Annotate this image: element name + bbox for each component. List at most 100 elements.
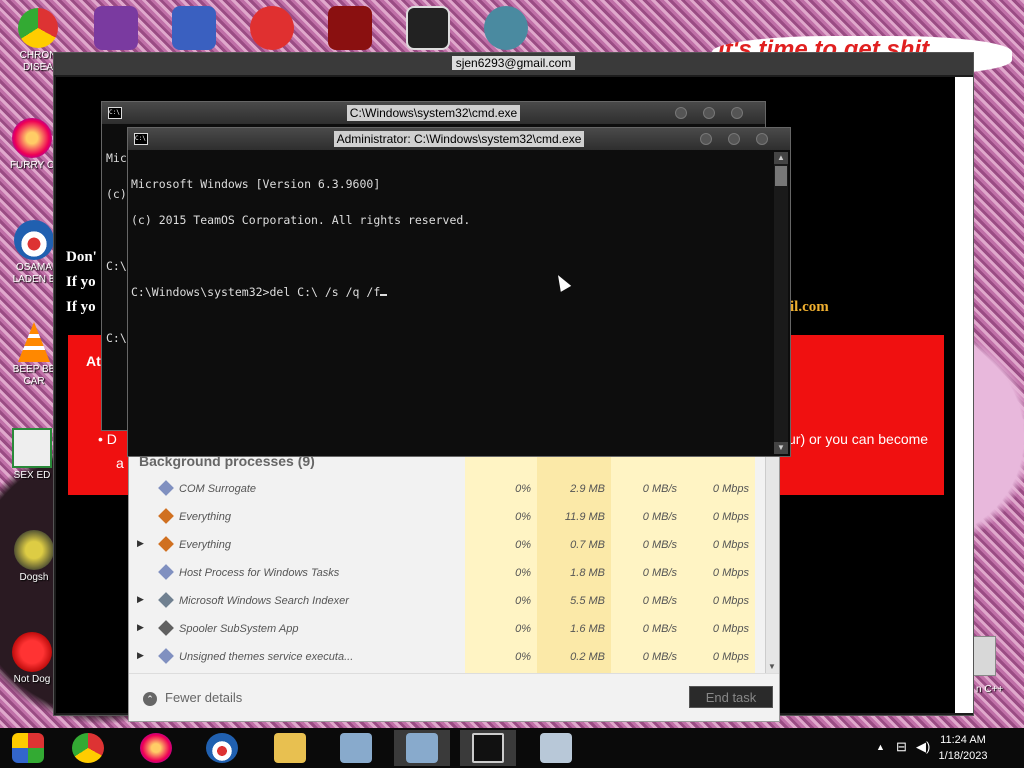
process-icon — [158, 564, 174, 580]
taskbar-obama-app[interactable] — [194, 730, 250, 766]
start-button[interactable] — [0, 730, 56, 766]
process-name: COM Surrogate — [179, 483, 257, 495]
clock-date: 1/18/2023 — [938, 750, 988, 762]
outer-window-titlebar[interactable]: sjen6293@gmail.com — [54, 53, 973, 75]
close-button[interactable] — [731, 107, 743, 119]
red-box-tail-2: a — [116, 455, 124, 471]
expand-arrow-icon[interactable]: ▶ — [137, 594, 144, 605]
red-box-bullet: • D — [98, 431, 117, 447]
cmd-front-titlebar[interactable]: C:\ Administrator: C:\Windows\system32\c… — [128, 128, 790, 150]
cmd-front-console[interactable]: Microsoft Windows [Version 6.3.9600] (c)… — [131, 154, 470, 322]
process-row[interactable]: Host Process for Windows Tasks 0% 1.8 MB 0 … — [129, 559, 765, 587]
desktop-icon-label: BEEP BE CAR — [12, 364, 56, 387]
firefox-icon — [140, 733, 172, 763]
process-icon — [158, 480, 174, 496]
maximize-button[interactable] — [703, 107, 715, 119]
taskbar-cmd[interactable] — [460, 730, 516, 766]
task-manager-window: Background processes (9) COM Surrogate 0%… — [128, 452, 780, 722]
end-task-button[interactable]: End task — [689, 686, 773, 708]
outer-window-scrollbar[interactable] — [955, 77, 973, 713]
expand-arrow-icon[interactable]: ▶ — [137, 622, 144, 633]
taskbar-firefox[interactable] — [128, 730, 184, 766]
process-disk: 0 MB/s — [642, 567, 677, 579]
process-row[interactable]: Everything 0% 11.9 MB 0 MB/s 0 Mbps — [129, 503, 765, 531]
cmd-icon — [472, 733, 504, 763]
process-row[interactable]: ▶ Unsigned themes service executa... 0% 0.2… — [129, 643, 765, 671]
taskbar-file-explorer[interactable] — [262, 730, 318, 766]
vlc-cone-icon — [18, 322, 50, 362]
cmd-front-scrollbar[interactable]: ▲ ▼ — [774, 152, 788, 454]
process-network: 0 Mbps — [712, 567, 749, 579]
process-network: 0 Mbps — [712, 623, 749, 635]
desktop-icon-label: SEX ED — [13, 470, 51, 481]
process-cpu: 0% — [515, 539, 531, 551]
text-cursor — [380, 294, 388, 296]
desktop-icon-label: CHRON DISEA — [19, 50, 57, 73]
process-memory: 1.6 MB — [570, 623, 605, 635]
process-icon — [158, 592, 174, 608]
expand-arrow-icon[interactable]: ▶ — [137, 650, 144, 661]
process-disk: 0 MB/s — [642, 539, 677, 551]
process-disk: 0 MB/s — [642, 483, 677, 495]
taskbar: ▲ ⊟ ◀) 11:24 AM 1/18/2023 — [0, 728, 1024, 768]
obama-logo-icon — [206, 733, 238, 763]
process-cpu: 0% — [515, 483, 531, 495]
clock[interactable]: 11:24 AM 1/18/2023 — [928, 732, 998, 764]
fewer-details-button[interactable]: ⌃ Fewer details — [143, 690, 242, 706]
process-disk: 0 MB/s — [642, 651, 677, 663]
process-cpu: 0% — [515, 511, 531, 523]
taskbar-chrome[interactable] — [60, 730, 116, 766]
app-p-icon[interactable] — [250, 6, 294, 50]
red-box-heading: At — [86, 353, 101, 369]
desktop-icon-firefox[interactable]: FURRY C — [4, 118, 60, 172]
outer-window-title: sjen6293@gmail.com — [451, 56, 576, 70]
ransom-email: il.com — [790, 299, 829, 315]
clock-time: 11:24 AM — [940, 734, 986, 746]
firefox-icon — [12, 118, 52, 158]
desktop-icon-sexed[interactable]: SEX ED — [4, 428, 60, 482]
app-face-icon[interactable] — [484, 6, 528, 50]
dog-icon — [14, 530, 54, 570]
minimize-button[interactable] — [700, 133, 712, 145]
taskbar-task-manager[interactable] — [528, 730, 584, 766]
console-command: C:\Windows\system32>del C:\ /s /q /f — [131, 285, 381, 299]
process-disk: 0 MB/s — [642, 623, 677, 635]
network-icon[interactable]: ⊟ — [896, 739, 907, 755]
process-row[interactable]: ▶ Microsoft Windows Search Indexer 0% 5.5 M… — [129, 587, 765, 615]
scroll-thumb[interactable] — [775, 166, 787, 186]
desktop-icon-label-right: n C++ — [976, 684, 1004, 695]
process-disk: 0 MB/s — [642, 511, 677, 523]
task-manager-scrollbar[interactable]: ▼ — [765, 453, 779, 673]
cmd-shortcut-icon[interactable] — [406, 6, 450, 50]
windows-start-icon — [12, 733, 44, 763]
desktop-icon-notdog[interactable]: Not Dog — [4, 632, 60, 686]
process-row[interactable]: COM Surrogate 0% 2.9 MB 0 MB/s 0 Mbps — [129, 475, 765, 503]
app-2-icon[interactable] — [172, 6, 216, 50]
maximize-button[interactable] — [728, 133, 740, 145]
installer-icon — [340, 733, 372, 763]
task-manager-footer: ⌃ Fewer details End task — [129, 673, 779, 721]
cmd-window-front: C:\ Administrator: C:\Windows\system32\c… — [127, 127, 791, 457]
process-name: Microsoft Windows Search Indexer — [179, 595, 349, 607]
tray-expand-icon[interactable]: ▲ — [876, 742, 885, 752]
visual-studio-icon[interactable] — [94, 6, 138, 50]
cmd-front-title: Administrator: C:\Windows\system32\cmd.e… — [333, 131, 585, 147]
close-button[interactable] — [756, 133, 768, 145]
taskbar-installer-1[interactable] — [328, 730, 384, 766]
scroll-down-arrow-icon[interactable]: ▼ — [774, 442, 788, 454]
app-red-icon[interactable] — [328, 6, 372, 50]
taskbar-installer-2[interactable] — [394, 730, 450, 766]
process-row[interactable]: ▶ Everything 0% 0.7 MB 0 MB/s 0 Mbps — [129, 531, 765, 559]
ransom-line-1: Don' — [66, 249, 97, 265]
desktop-icon-label: Dogsh — [19, 572, 49, 583]
cmd-back-titlebar[interactable]: C:\ C:\Windows\system32\cmd.exe — [102, 102, 765, 124]
scroll-down-arrow-icon[interactable]: ▼ — [768, 662, 776, 671]
minimize-button[interactable] — [675, 107, 687, 119]
scroll-up-arrow-icon[interactable]: ▲ — [774, 152, 788, 164]
process-name: Everything — [179, 511, 231, 523]
process-row[interactable]: ▶ Spooler SubSystem App 0% 1.6 MB 0 MB/s 0 Mb… — [129, 615, 765, 643]
desktop-icon-label: OSAMA LADEN E — [12, 262, 56, 285]
expand-arrow-icon[interactable]: ▶ — [137, 538, 144, 549]
process-memory: 1.8 MB — [570, 567, 605, 579]
process-icon — [158, 508, 174, 524]
